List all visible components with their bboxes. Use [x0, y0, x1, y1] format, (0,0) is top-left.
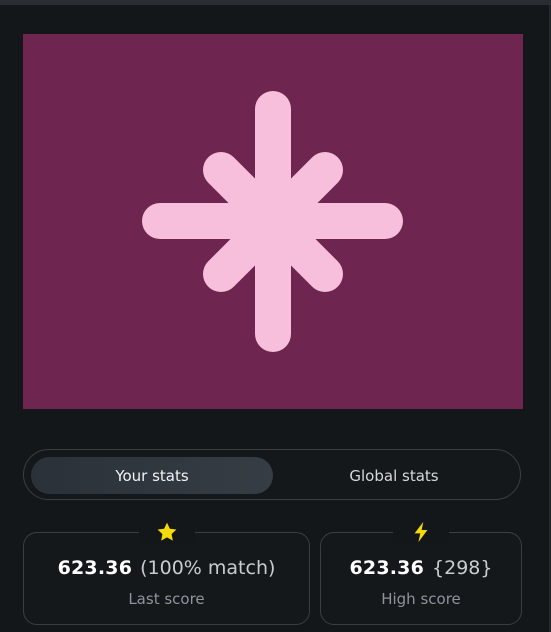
high-score-badge	[393, 519, 449, 545]
star-icon	[157, 522, 176, 541]
high-score-value: 623.36	[349, 557, 425, 579]
tab-global-stats[interactable]: Global stats	[273, 457, 515, 494]
last-score-match: (100% match)	[140, 557, 276, 579]
last-score-value: 623.36	[57, 557, 133, 579]
tab-your-stats[interactable]: Your stats	[31, 457, 273, 494]
last-score-value-line: 623.36 (100% match)	[24, 557, 309, 579]
target-artwork	[23, 34, 523, 409]
game-result-card: Your stats Global stats 623.36 (100% matc…	[0, 5, 550, 632]
last-score-label: Last score	[128, 590, 205, 608]
last-score-badge	[138, 519, 195, 545]
high-score-label: High score	[381, 590, 461, 608]
lightning-bolt-icon	[414, 521, 428, 543]
high-score-value-line: 623.36 {298}	[321, 557, 521, 579]
eight-point-asterisk-icon	[142, 91, 403, 352]
high-score-rank: {298}	[432, 557, 493, 579]
last-score-panel: 623.36 (100% match) Last score	[23, 519, 310, 625]
stats-tab-switcher: Your stats Global stats	[23, 449, 521, 500]
high-score-panel: 623.36 {298} High score	[320, 519, 522, 625]
